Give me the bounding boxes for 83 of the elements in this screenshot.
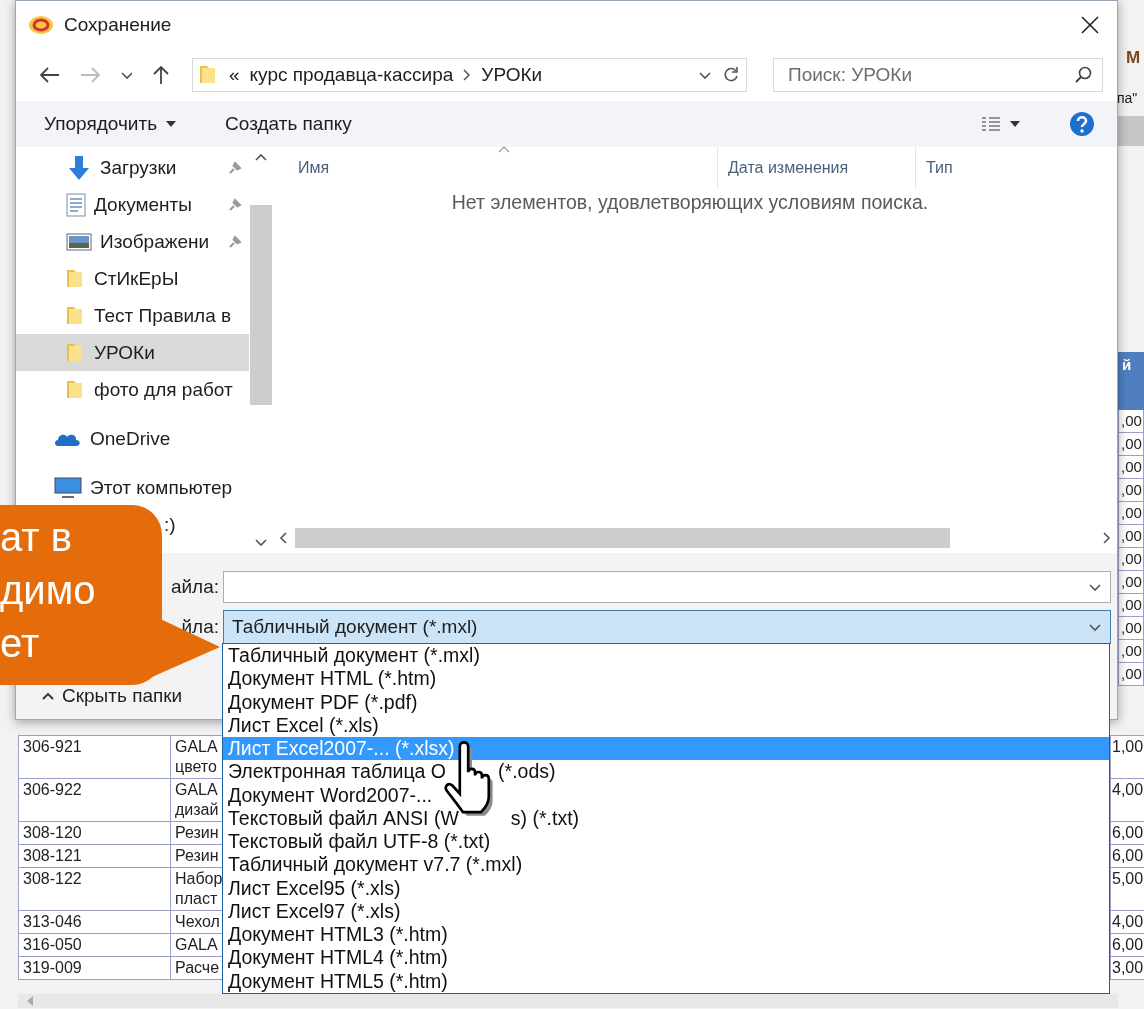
nav-item[interactable]: фото для работ — [16, 371, 249, 408]
dropdown-option[interactable]: Документ PDF (*.pdf) — [223, 690, 1109, 714]
table-cell: 319-009 — [18, 956, 171, 980]
file-name-field[interactable] — [223, 571, 1111, 603]
scroll-up-icon[interactable] — [255, 153, 267, 161]
address-bar[interactable]: « курс продавца-кассира УРОКи — [192, 58, 747, 92]
nav-item[interactable]: Документы — [16, 186, 249, 223]
chevron-down-icon — [120, 69, 132, 81]
table-cell: ,00 — [1118, 617, 1144, 640]
forward-arrow-icon — [80, 67, 100, 83]
table-cell: ,00 — [1118, 502, 1144, 525]
column-header[interactable]: Имя — [273, 147, 718, 189]
scroll-down-icon[interactable] — [255, 539, 267, 547]
up-arrow-icon — [152, 65, 170, 85]
breadcrumb[interactable]: УРОКи — [481, 64, 543, 86]
table-cell: 306-921 — [18, 735, 171, 779]
nav-item[interactable]: Изображени — [16, 223, 249, 260]
scroll-right-icon[interactable] — [1103, 532, 1111, 544]
chevron-up-icon — [42, 692, 54, 700]
sort-caret-icon — [498, 145, 510, 153]
column-header: й — [1118, 352, 1144, 410]
table-cell: ,00 — [1118, 571, 1144, 594]
table-cell: 313-046 — [18, 910, 171, 934]
window-title: Сохранение — [64, 14, 172, 36]
dropdown-option[interactable]: Табличный документ (*.mxl) — [223, 644, 1109, 668]
callout-bubble: ат в димо ет — [0, 505, 162, 685]
nav-item[interactable]: Загрузки — [16, 149, 249, 186]
dropdown-option[interactable]: Документ Word2007-... — [223, 783, 1109, 807]
download-arrow-icon — [66, 154, 92, 181]
scroll-left-icon[interactable] — [279, 532, 287, 544]
dropdown-option[interactable]: Документ HTML (*.htm) — [223, 667, 1109, 691]
table-cell: 316-050 — [18, 933, 171, 957]
view-list-icon — [981, 116, 1001, 132]
breadcrumb[interactable]: курс продавца-кассира — [249, 64, 454, 86]
chevron-down-icon — [1088, 581, 1102, 593]
table-cell: ,00 — [1118, 548, 1144, 571]
picture-icon — [66, 231, 92, 252]
table-cell: ,00 — [1118, 525, 1144, 548]
refresh-icon[interactable] — [722, 66, 740, 84]
empty-message: Нет элементов, удовлетворяющих условиям поиска. — [450, 191, 930, 214]
file-type-dropdown[interactable]: Табличный документ (*.mxl) — [223, 610, 1111, 644]
table-cell: 308-121 — [18, 844, 171, 868]
app-heading: М — [1126, 48, 1141, 68]
app-label: па" — [1117, 90, 1138, 106]
monitor-icon — [54, 475, 82, 500]
search-field[interactable]: Поиск: УРОКи — [773, 58, 1103, 92]
column-header[interactable]: Дата изменения — [718, 147, 916, 189]
table-cell: ,00 — [1118, 479, 1144, 502]
chevron-down-icon — [1088, 621, 1102, 633]
close-icon — [1081, 16, 1099, 34]
table-cell: ,00 — [1118, 640, 1144, 663]
dropdown-option[interactable]: Лист Excel95 (*.xls) — [223, 876, 1109, 900]
search-icon — [1075, 66, 1093, 84]
nav-item[interactable]: Этот компьютер — [16, 469, 249, 506]
table-cell: 306-922 — [18, 778, 171, 822]
scrollbar-thumb[interactable] — [295, 528, 950, 548]
column-header[interactable]: Тип — [916, 147, 1117, 189]
table-cell: 308-120 — [18, 821, 171, 845]
caret-icon — [1009, 120, 1021, 128]
nav-item[interactable]: Тест Правила в — [16, 297, 249, 334]
caret-icon — [165, 120, 178, 128]
organize-button[interactable]: Упорядочить — [40, 109, 182, 139]
app-logo-icon — [28, 15, 54, 35]
table-cell: ,00 — [1118, 594, 1144, 617]
chevron-down-icon[interactable] — [698, 69, 712, 81]
scrollbar-thumb[interactable] — [250, 205, 272, 405]
table-cell: ,00 — [1118, 456, 1144, 479]
help-icon — [1069, 111, 1095, 137]
nav-item[interactable]: :) — [164, 506, 176, 543]
new-folder-button[interactable]: Создать папку — [221, 109, 356, 139]
table-cell: ,00 — [1118, 433, 1144, 456]
document-icon — [66, 192, 86, 217]
overflow-marker: « — [229, 64, 240, 86]
table-cell: ,00 — [1118, 663, 1144, 686]
table-cell: 308-122 — [18, 867, 171, 911]
nav-item[interactable]: СтИкЕрЫ — [16, 260, 249, 297]
dropdown-option[interactable]: Лист Excel (*.xls) — [223, 713, 1109, 738]
field-label: йла: — [180, 616, 220, 638]
nav-item[interactable]: УРОКи — [16, 334, 249, 371]
back-arrow-icon — [40, 67, 60, 83]
chevron-right-icon — [463, 69, 472, 81]
table-cell: ,00 — [1118, 410, 1144, 433]
nav-item[interactable]: OneDrive — [16, 420, 249, 457]
